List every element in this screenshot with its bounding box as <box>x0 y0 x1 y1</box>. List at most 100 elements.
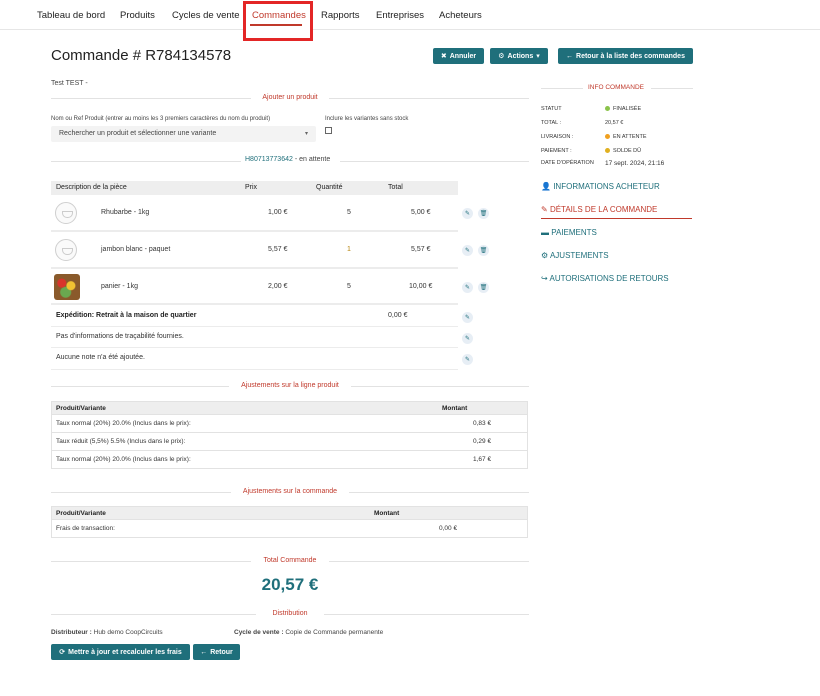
adjustment-amount: 0,83 € <box>473 420 492 427</box>
cycle-info: Cycle de vente : Copie de Commande perma… <box>234 629 383 636</box>
table-header: Produit/Variante Montant <box>52 507 527 519</box>
trash-icon[interactable]: 🗑 <box>478 282 489 293</box>
credit-card-icon: ▬ <box>541 228 549 237</box>
gear-icon: ⚙ <box>498 53 505 60</box>
product-price: 1,00 € <box>268 209 288 216</box>
distributor-info: Distributeur : Hub demo CoopCircuits <box>51 629 163 636</box>
adjustment-label: Taux normal (20%) 20.0% (Inclus dans le … <box>56 420 191 427</box>
product-price: 5,57 € <box>268 246 288 253</box>
line-adjustments-table: Produit/Variante Montant Taux normal (20… <box>51 401 528 469</box>
divider <box>340 161 529 162</box>
header-variant: Produit/Variante <box>56 510 106 517</box>
search-label: Nom ou Ref Produit (entrer au moins les … <box>51 116 271 122</box>
product-placeholder-image <box>55 239 77 261</box>
table-header: Produit/Variante Montant <box>52 402 527 414</box>
divider <box>324 614 529 615</box>
nav-cycles-de-vente[interactable]: Cycles de vente <box>172 10 240 21</box>
order-adjustments-table: Produit/Variante Montant Frais de transa… <box>51 506 528 538</box>
sidebar-link-buyer-info[interactable]: 👤 INFORMATIONS ACHETEUR <box>541 182 660 191</box>
add-product-title: Ajouter un produit <box>262 94 318 101</box>
trash-icon[interactable]: 🗑 <box>478 245 489 256</box>
line-adjustments-title: Ajustements sur la ligne produit <box>241 382 339 389</box>
shipping-row: Expédition: Retrait à la maison de quart… <box>51 306 458 327</box>
product-total: 5,57 € <box>411 246 431 253</box>
edit-icon[interactable]: ✎ <box>462 333 473 344</box>
nav-tableau-de-bord[interactable]: Tableau de bord <box>37 10 105 21</box>
cancel-button[interactable]: ✖ Annuler <box>433 48 484 64</box>
traceability-row: Pas d'informations de traçabilité fourni… <box>51 327 458 348</box>
update-recalculate-button[interactable]: ⟳ Mettre à jour et recalculer les frais <box>51 644 190 660</box>
divider <box>329 561 529 562</box>
user-icon: 👤 <box>541 182 551 191</box>
edit-icon[interactable]: ✎ <box>462 354 473 365</box>
distributor-value: Hub demo CoopCircuits <box>93 629 163 636</box>
delivery-dot <box>605 134 610 140</box>
header-amount: Montant <box>442 405 468 412</box>
sidebar-link-return-authorizations[interactable]: ↪ AUTORISATIONS DE RETOURS <box>541 274 669 283</box>
order-adjustments-title: Ajustements sur la commande <box>242 488 338 495</box>
arrow-left-icon: ← <box>200 648 208 656</box>
divider <box>51 98 251 99</box>
adjustment-label: Taux réduit (5,5%) 5.5% (Inclus dans le … <box>56 438 186 445</box>
sidebar-link-label: AJUSTEMENTS <box>549 251 609 260</box>
adjustment-amount: 0,29 € <box>473 438 492 445</box>
trash-icon[interactable]: 🗑 <box>478 208 489 219</box>
shipment-number[interactable]: H80713773642 <box>245 156 293 163</box>
header-quantity: Quantité <box>316 184 343 191</box>
edit-icon[interactable]: ✎ <box>462 312 473 323</box>
edit-icon[interactable]: ✎ <box>462 245 473 256</box>
product-search-select[interactable]: Rechercher un produit et sélectionner un… <box>51 126 316 142</box>
table-row: Taux normal (20%) 20.0% (Inclus dans le … <box>52 414 527 432</box>
nav-acheteurs[interactable]: Acheteurs <box>439 10 482 21</box>
sidebar-link-payments[interactable]: ▬ PAIEMENTS <box>541 228 597 237</box>
product-total: 10,00 € <box>409 283 433 290</box>
note-text: Aucune note n'a été ajoutée. <box>56 354 145 361</box>
sidebar-link-label: INFORMATIONS ACHETEUR <box>553 182 660 191</box>
sidebar-link-order-details[interactable]: ✎ DÉTAILS DE LA COMMANDE <box>541 205 657 214</box>
divider <box>351 386 529 387</box>
delivery-text: EN ATTENTE <box>613 134 647 140</box>
sidebar-link-adjustments[interactable]: ⚙ AJUSTEMENTS <box>541 251 609 260</box>
top-nav: Tableau de bord Produits Cycles de vente… <box>0 0 820 41</box>
table-row: Frais de transaction: 0,00 € <box>52 519 527 537</box>
shipping-cost: 0,00 € <box>388 312 408 319</box>
header-total: Total <box>388 184 403 191</box>
cycle-label: Cycle de vente : <box>234 629 284 636</box>
divider <box>51 492 231 493</box>
include-label: Inclure les variantes sans stock <box>325 116 409 122</box>
header-price: Prix <box>245 184 258 191</box>
include-no-stock-checkbox[interactable] <box>325 127 332 134</box>
adjustment-amount: 1,67 € <box>473 456 492 463</box>
back-button-label: Retour <box>210 648 233 656</box>
status-dot <box>605 106 610 112</box>
product-quantity: 5 <box>347 209 351 216</box>
total-key: TOTAL : <box>541 120 562 126</box>
table-row: panier - 1kg 2,00 € 5 10,00 € <box>51 270 458 305</box>
adjustment-amount: 0,00 € <box>439 525 458 532</box>
chevron-down-icon: ▾ <box>536 53 540 60</box>
customer-name: Test TEST - <box>51 80 88 87</box>
nav-commandes[interactable]: Commandes <box>252 10 306 21</box>
header-variant: Produit/Variante <box>56 405 106 412</box>
table-row: Rhubarbe - 1kg 1,00 € 5 5,00 € <box>51 196 458 232</box>
edit-icon[interactable]: ✎ <box>462 282 473 293</box>
back-to-orders-button[interactable]: ← Retour à la liste des commandes <box>558 48 693 64</box>
actions-button-label: Actions <box>507 52 534 60</box>
nav-rapports[interactable]: Rapports <box>321 10 360 21</box>
header-amount: Montant <box>374 510 400 517</box>
payment-value: SOLDE DÛ <box>605 148 641 154</box>
nav-entreprises[interactable]: Entreprises <box>376 10 424 21</box>
nav-produits[interactable]: Produits <box>120 10 155 21</box>
back-button[interactable]: ← Retour <box>193 644 240 660</box>
table-row: Taux réduit (5,5%) 5.5% (Inclus dans le … <box>52 432 527 450</box>
actions-button[interactable]: ⚙ Actions ▾ <box>490 48 548 64</box>
product-placeholder-image <box>55 202 77 224</box>
share-icon: ↪ <box>541 274 548 283</box>
active-link-underline <box>541 218 692 219</box>
product-name: panier - 1kg <box>101 283 138 290</box>
update-recalculate-label: Mettre à jour et recalculer les frais <box>68 648 182 656</box>
nav-active-underline <box>250 24 302 26</box>
product-quantity: 5 <box>347 283 351 290</box>
edit-icon[interactable]: ✎ <box>462 208 473 219</box>
total-value: 20,57 € <box>605 120 624 126</box>
